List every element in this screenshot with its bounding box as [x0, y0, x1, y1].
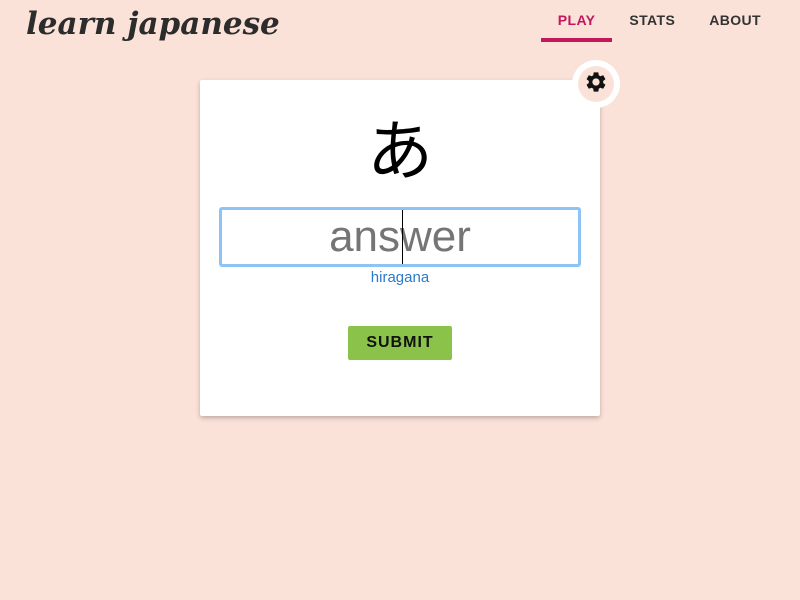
tab-about-label: ABOUT	[709, 12, 761, 28]
answer-input[interactable]	[222, 210, 578, 264]
tab-stats[interactable]: STATS	[612, 0, 692, 42]
tab-play[interactable]: PLAY	[540, 0, 613, 42]
app-logo[interactable]: learn japanese	[26, 2, 280, 46]
tab-stats-label: STATS	[629, 12, 676, 28]
settings-button-inner	[578, 66, 614, 102]
settings-button[interactable]	[572, 60, 620, 108]
answer-field[interactable]	[219, 207, 581, 267]
submit-button[interactable]: SUBMIT	[348, 326, 452, 360]
quiz-card: あ hiragana SUBMIT	[200, 80, 600, 416]
tab-play-label: PLAY	[557, 12, 596, 28]
kana-type-hint[interactable]: hiragana	[200, 269, 600, 286]
text-caret	[402, 210, 403, 264]
app-root: learn japanese PLAY STATS ABOUT あ hiraga…	[0, 0, 800, 600]
tab-about[interactable]: ABOUT	[692, 0, 778, 42]
main-nav: PLAY STATS ABOUT	[540, 0, 778, 42]
gear-icon	[584, 70, 608, 99]
quiz-character: あ	[367, 113, 433, 190]
